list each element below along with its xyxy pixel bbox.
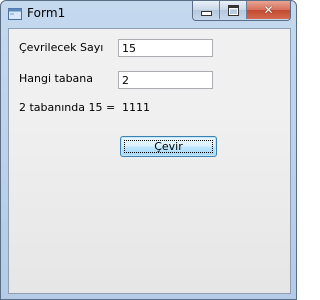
maximize-button[interactable] — [220, 1, 247, 19]
app-icon — [8, 8, 22, 20]
caption-buttons: ✕ — [192, 1, 291, 21]
close-icon: ✕ — [263, 3, 274, 17]
title-bar[interactable]: Form1 ✕ — [1, 1, 296, 27]
base-input[interactable] — [118, 71, 213, 89]
convert-button[interactable]: Çevir — [120, 136, 217, 157]
minimize-icon — [200, 10, 212, 16]
result-value: 1111 — [122, 101, 150, 114]
minimize-button[interactable] — [193, 1, 220, 19]
form-client-area: Çevrilecek Sayı Hangi tabana 2 tabanında… — [8, 28, 291, 294]
focus-rectangle — [124, 140, 213, 153]
close-button[interactable]: ✕ — [247, 1, 290, 19]
number-label: Çevrilecek Sayı — [19, 41, 104, 54]
base-label: Hangi tabana — [19, 72, 94, 85]
main-window: Form1 ✕ Çevrilecek Sayı Hangi tabana 2 t… — [0, 0, 297, 300]
maximize-icon — [227, 4, 239, 16]
number-input[interactable] — [118, 39, 213, 57]
window-title: Form1 — [27, 6, 66, 20]
result-label: 2 tabanında 15 = — [19, 101, 116, 114]
